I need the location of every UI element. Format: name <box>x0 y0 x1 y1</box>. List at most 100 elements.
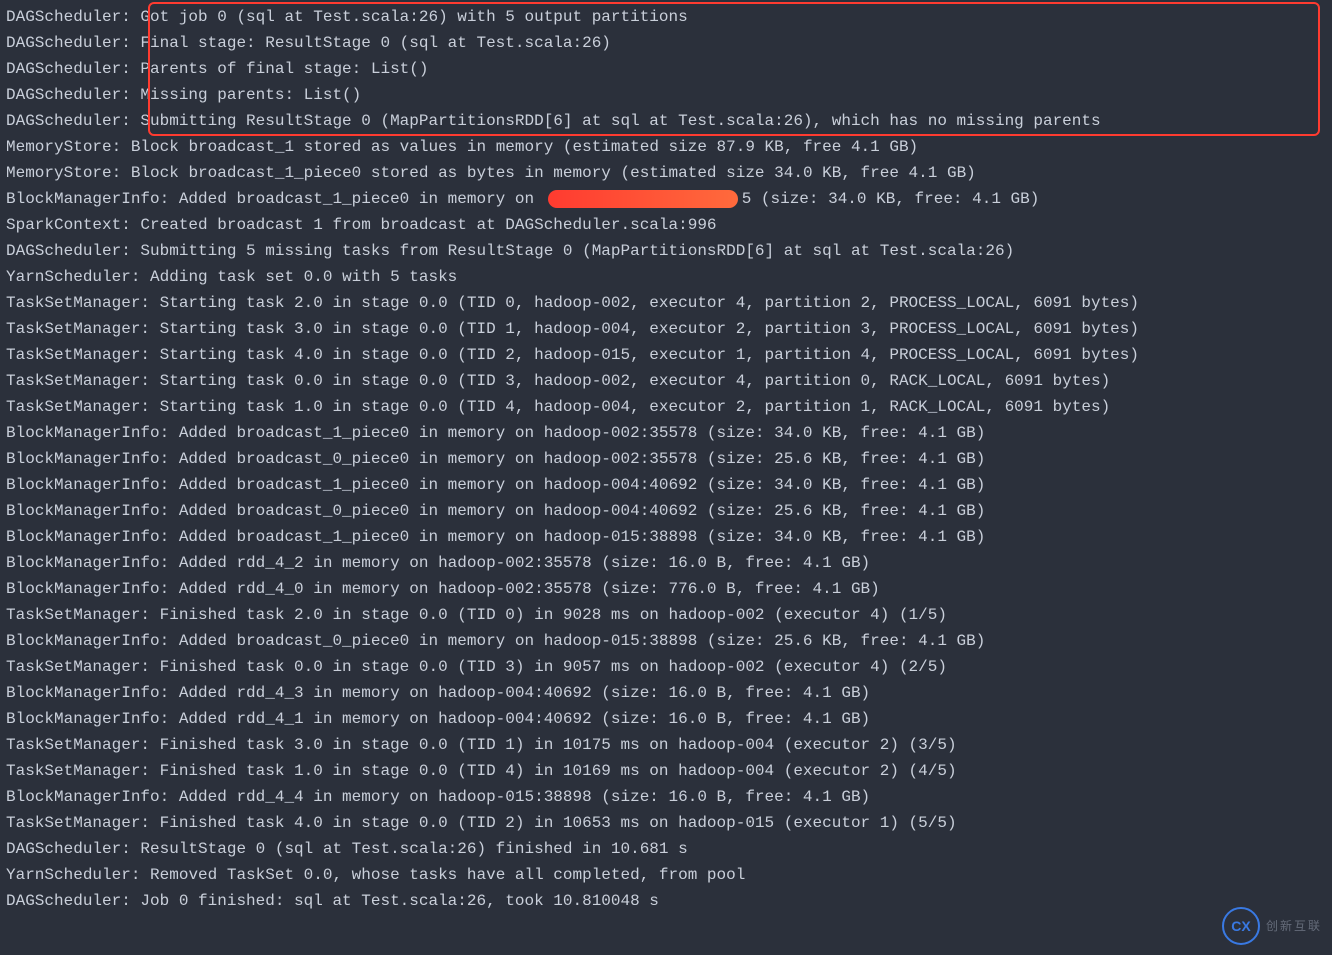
log-message-after: 5 (size: 34.0 KB, free: 4.1 GB) <box>742 190 1040 208</box>
log-message: Job 0 finished: sql at Test.scala:26, to… <box>140 892 658 910</box>
log-message: Finished task 1.0 in stage 0.0 (TID 4) i… <box>160 762 957 780</box>
log-line[interactable]: TaskSetManager: Starting task 3.0 in sta… <box>6 316 1326 342</box>
log-line[interactable]: DAGScheduler: Submitting ResultStage 0 (… <box>6 108 1326 134</box>
log-message: Block broadcast_1_piece0 stored as bytes… <box>131 164 976 182</box>
log-message: Finished task 2.0 in stage 0.0 (TID 0) i… <box>160 606 947 624</box>
log-source: TaskSetManager: <box>6 398 160 416</box>
log-source: MemoryStore: <box>6 138 131 156</box>
log-message: Finished task 3.0 in stage 0.0 (TID 1) i… <box>160 736 957 754</box>
log-line[interactable]: TaskSetManager: Finished task 0.0 in sta… <box>6 654 1326 680</box>
log-source: DAGScheduler: <box>6 242 140 260</box>
log-line[interactable]: BlockManagerInfo: Added broadcast_1_piec… <box>6 472 1326 498</box>
log-line[interactable]: BlockManagerInfo: Added broadcast_1_piec… <box>6 186 1326 212</box>
log-line[interactable]: TaskSetManager: Starting task 4.0 in sta… <box>6 342 1326 368</box>
log-line[interactable]: DAGScheduler: Submitting 5 missing tasks… <box>6 238 1326 264</box>
log-message: Created broadcast 1 from broadcast at DA… <box>140 216 716 234</box>
log-message: Final stage: ResultStage 0 (sql at Test.… <box>140 34 610 52</box>
log-message: Starting task 3.0 in stage 0.0 (TID 1, h… <box>160 320 1139 338</box>
log-line[interactable]: BlockManagerInfo: Added broadcast_0_piec… <box>6 446 1326 472</box>
log-line[interactable]: YarnScheduler: Removed TaskSet 0.0, whos… <box>6 862 1326 888</box>
log-message: Added broadcast_1_piece0 in memory on ha… <box>179 424 986 442</box>
log-source: DAGScheduler: <box>6 892 140 910</box>
log-source: TaskSetManager: <box>6 606 160 624</box>
log-message: Added rdd_4_2 in memory on hadoop-002:35… <box>179 554 870 572</box>
terminal-output[interactable]: DAGScheduler: Got job 0 (sql at Test.sca… <box>0 0 1332 955</box>
log-line[interactable]: TaskSetManager: Finished task 2.0 in sta… <box>6 602 1326 628</box>
log-source: BlockManagerInfo: <box>6 788 179 806</box>
log-message: Added broadcast_1_piece0 in memory on ha… <box>179 476 986 494</box>
log-source: BlockManagerInfo: <box>6 710 179 728</box>
log-line[interactable]: DAGScheduler: Final stage: ResultStage 0… <box>6 30 1326 56</box>
log-message: Starting task 2.0 in stage 0.0 (TID 0, h… <box>160 294 1139 312</box>
log-message: Added broadcast_0_piece0 in memory on ha… <box>179 450 986 468</box>
log-line[interactable]: TaskSetManager: Finished task 3.0 in sta… <box>6 732 1326 758</box>
log-line[interactable]: TaskSetManager: Starting task 2.0 in sta… <box>6 290 1326 316</box>
log-source: DAGScheduler: <box>6 86 140 104</box>
log-source: BlockManagerInfo: <box>6 476 179 494</box>
log-source: DAGScheduler: <box>6 112 140 130</box>
log-source: TaskSetManager: <box>6 372 160 390</box>
log-message: Added rdd_4_1 in memory on hadoop-004:40… <box>179 710 870 728</box>
log-message: Missing parents: List() <box>140 86 361 104</box>
log-message: Submitting ResultStage 0 (MapPartitionsR… <box>140 112 1100 130</box>
log-line[interactable]: TaskSetManager: Starting task 0.0 in sta… <box>6 368 1326 394</box>
log-message: Finished task 4.0 in stage 0.0 (TID 2) i… <box>160 814 957 832</box>
log-line[interactable]: TaskSetManager: Finished task 1.0 in sta… <box>6 758 1326 784</box>
log-source: TaskSetManager: <box>6 814 160 832</box>
log-source: MemoryStore: <box>6 164 131 182</box>
log-message: Starting task 0.0 in stage 0.0 (TID 3, h… <box>160 372 1111 390</box>
log-line[interactable]: YarnScheduler: Adding task set 0.0 with … <box>6 264 1326 290</box>
log-line[interactable]: BlockManagerInfo: Added rdd_4_2 in memor… <box>6 550 1326 576</box>
log-message: Starting task 1.0 in stage 0.0 (TID 4, h… <box>160 398 1111 416</box>
log-message: Added rdd_4_0 in memory on hadoop-002:35… <box>179 580 880 598</box>
log-line[interactable]: BlockManagerInfo: Added rdd_4_1 in memor… <box>6 706 1326 732</box>
log-message: Got job 0 (sql at Test.scala:26) with 5 … <box>140 8 687 26</box>
log-message: Added broadcast_0_piece0 in memory on ha… <box>179 632 986 650</box>
log-source: DAGScheduler: <box>6 34 140 52</box>
log-line[interactable]: TaskSetManager: Finished task 4.0 in sta… <box>6 810 1326 836</box>
log-source: DAGScheduler: <box>6 840 140 858</box>
log-line[interactable]: BlockManagerInfo: Added rdd_4_3 in memor… <box>6 680 1326 706</box>
log-source: BlockManagerInfo: <box>6 450 179 468</box>
log-source: BlockManagerInfo: <box>6 190 179 208</box>
log-source: BlockManagerInfo: <box>6 580 179 598</box>
redaction-mark <box>548 190 738 208</box>
log-message: Block broadcast_1 stored as values in me… <box>131 138 918 156</box>
log-line[interactable]: DAGScheduler: Parents of final stage: Li… <box>6 56 1326 82</box>
log-source: SparkContext: <box>6 216 140 234</box>
log-source: BlockManagerInfo: <box>6 528 179 546</box>
log-message: Starting task 4.0 in stage 0.0 (TID 2, h… <box>160 346 1139 364</box>
log-line[interactable]: TaskSetManager: Starting task 1.0 in sta… <box>6 394 1326 420</box>
log-line[interactable]: BlockManagerInfo: Added broadcast_0_piec… <box>6 628 1326 654</box>
log-line[interactable]: DAGScheduler: Missing parents: List() <box>6 82 1326 108</box>
log-line[interactable]: SparkContext: Created broadcast 1 from b… <box>6 212 1326 238</box>
log-line[interactable]: BlockManagerInfo: Added broadcast_0_piec… <box>6 498 1326 524</box>
log-line[interactable]: MemoryStore: Block broadcast_1_piece0 st… <box>6 160 1326 186</box>
log-line[interactable]: DAGScheduler: Got job 0 (sql at Test.sca… <box>6 4 1326 30</box>
log-message: Added broadcast_0_piece0 in memory on ha… <box>179 502 986 520</box>
log-source: TaskSetManager: <box>6 736 160 754</box>
log-line[interactable]: MemoryStore: Block broadcast_1 stored as… <box>6 134 1326 160</box>
log-line[interactable]: BlockManagerInfo: Added rdd_4_0 in memor… <box>6 576 1326 602</box>
log-line[interactable]: BlockManagerInfo: Added broadcast_1_piec… <box>6 524 1326 550</box>
watermark-text: 创新互联 <box>1266 913 1322 939</box>
log-message: Removed TaskSet 0.0, whose tasks have al… <box>150 866 745 884</box>
log-source: BlockManagerInfo: <box>6 502 179 520</box>
log-message: Added rdd_4_3 in memory on hadoop-004:40… <box>179 684 870 702</box>
log-source: BlockManagerInfo: <box>6 554 179 572</box>
log-line[interactable]: BlockManagerInfo: Added rdd_4_4 in memor… <box>6 784 1326 810</box>
log-source: DAGScheduler: <box>6 60 140 78</box>
log-source: TaskSetManager: <box>6 320 160 338</box>
log-source: BlockManagerInfo: <box>6 424 179 442</box>
log-message: Parents of final stage: List() <box>140 60 428 78</box>
log-source: TaskSetManager: <box>6 658 160 676</box>
log-source: TaskSetManager: <box>6 294 160 312</box>
log-line[interactable]: DAGScheduler: Job 0 finished: sql at Tes… <box>6 888 1326 914</box>
log-line[interactable]: BlockManagerInfo: Added broadcast_1_piec… <box>6 420 1326 446</box>
log-source: TaskSetManager: <box>6 346 160 364</box>
log-message: Submitting 5 missing tasks from ResultSt… <box>140 242 1014 260</box>
log-source: YarnScheduler: <box>6 268 150 286</box>
log-message: Adding task set 0.0 with 5 tasks <box>150 268 457 286</box>
log-line[interactable]: DAGScheduler: ResultStage 0 (sql at Test… <box>6 836 1326 862</box>
log-message: ResultStage 0 (sql at Test.scala:26) fin… <box>140 840 687 858</box>
